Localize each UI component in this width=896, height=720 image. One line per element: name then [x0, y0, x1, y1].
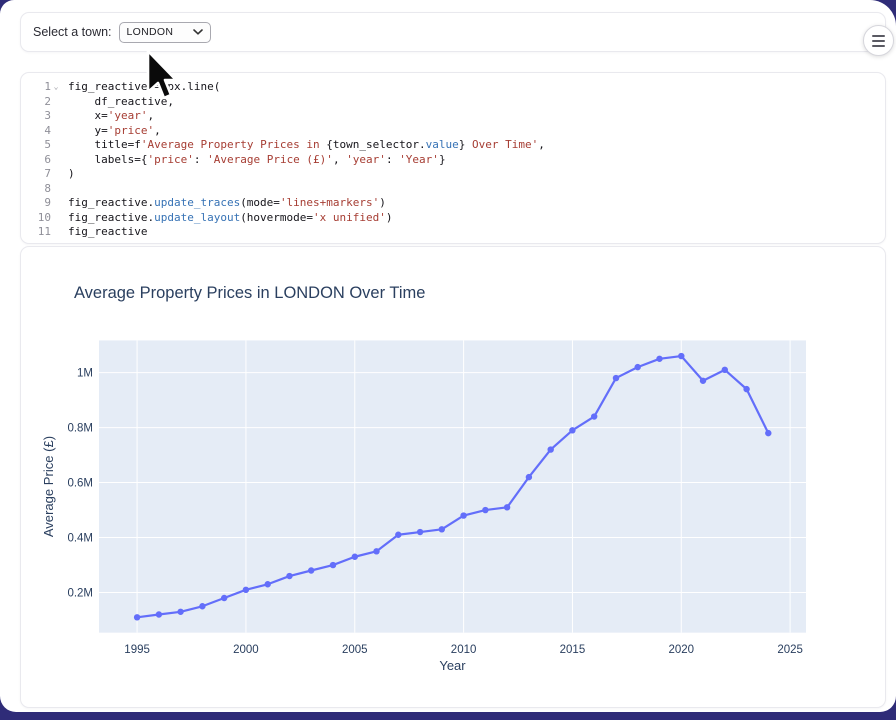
line-number: 7 [21, 167, 51, 182]
svg-text:Average Price (£): Average Price (£) [41, 436, 56, 537]
code-line[interactable]: 8 [21, 182, 885, 197]
property-price-chart[interactable]: 1995 2000 2005 2010 2015 2020 2025 0.2M 0.4M 0.6M… [21, 247, 885, 707]
code-line[interactable]: 1⌄fig_reactive = px.line( [21, 80, 885, 95]
hamburger-icon [872, 40, 885, 42]
line-number: 11 [21, 225, 51, 240]
line-number: 6 [21, 153, 51, 168]
town-selector-cell: Select a town: LONDON [20, 12, 886, 52]
svg-text:2020: 2020 [668, 644, 694, 656]
svg-text:2025: 2025 [777, 644, 803, 656]
svg-text:2015: 2015 [560, 644, 586, 656]
code-editor-cell[interactable]: 1⌄fig_reactive = px.line(2 df_reactive,3… [20, 72, 886, 244]
svg-text:2010: 2010 [451, 644, 477, 656]
code-editor[interactable]: 1⌄fig_reactive = px.line(2 df_reactive,3… [21, 73, 885, 240]
svg-text:2000: 2000 [233, 644, 259, 656]
code-line[interactable]: 6 labels={'price': 'Average Price (£)', … [21, 153, 885, 168]
svg-text:0.4M: 0.4M [67, 533, 93, 545]
code-line[interactable]: 11fig_reactive [21, 225, 885, 240]
town-select-dropdown[interactable]: LONDON [119, 22, 211, 43]
notebook-card: Select a town: LONDON 1⌄fig_reactive = p… [0, 0, 896, 712]
line-number: 3 [21, 109, 51, 124]
menu-button[interactable] [863, 25, 894, 56]
line-number: 8 [21, 182, 51, 197]
line-number: 10 [21, 211, 51, 226]
code-line[interactable]: 10fig_reactive.update_layout(hovermode='… [21, 211, 885, 226]
line-number: 4 [21, 124, 51, 139]
svg-text:0.6M: 0.6M [67, 478, 93, 490]
svg-text:1995: 1995 [124, 644, 150, 656]
code-line[interactable]: 2 df_reactive, [21, 95, 885, 110]
svg-text:Year: Year [439, 658, 466, 673]
svg-text:2005: 2005 [342, 644, 368, 656]
hamburger-icon [872, 45, 885, 47]
svg-text:0.2M: 0.2M [67, 588, 93, 600]
town-selector-label: Select a town: [33, 25, 112, 39]
town-select-value: LONDON [127, 26, 174, 38]
code-line[interactable]: 5 title=f'Average Property Prices in {to… [21, 138, 885, 153]
chart-output-cell: 1995 2000 2005 2010 2015 2020 2025 0.2M 0.4M 0.6M… [20, 246, 886, 708]
line-number: 2 [21, 95, 51, 110]
chevron-down-icon [193, 29, 203, 35]
svg-text:1M: 1M [77, 368, 93, 380]
svg-text:Average Property Prices in LON: Average Property Prices in LONDON Over T… [74, 283, 425, 302]
hamburger-icon [872, 35, 885, 37]
line-number: 5 [21, 138, 51, 153]
code-line[interactable]: 4 y='price', [21, 124, 885, 139]
svg-text:0.8M: 0.8M [67, 423, 93, 435]
fold-chevron-icon[interactable]: ⌄ [51, 80, 61, 95]
code-line[interactable]: 9fig_reactive.update_traces(mode='lines+… [21, 196, 885, 211]
line-number: 9 [21, 196, 51, 211]
code-line[interactable]: 3 x='year', [21, 109, 885, 124]
code-line[interactable]: 7) [21, 167, 885, 182]
line-number: 1 [21, 80, 51, 95]
